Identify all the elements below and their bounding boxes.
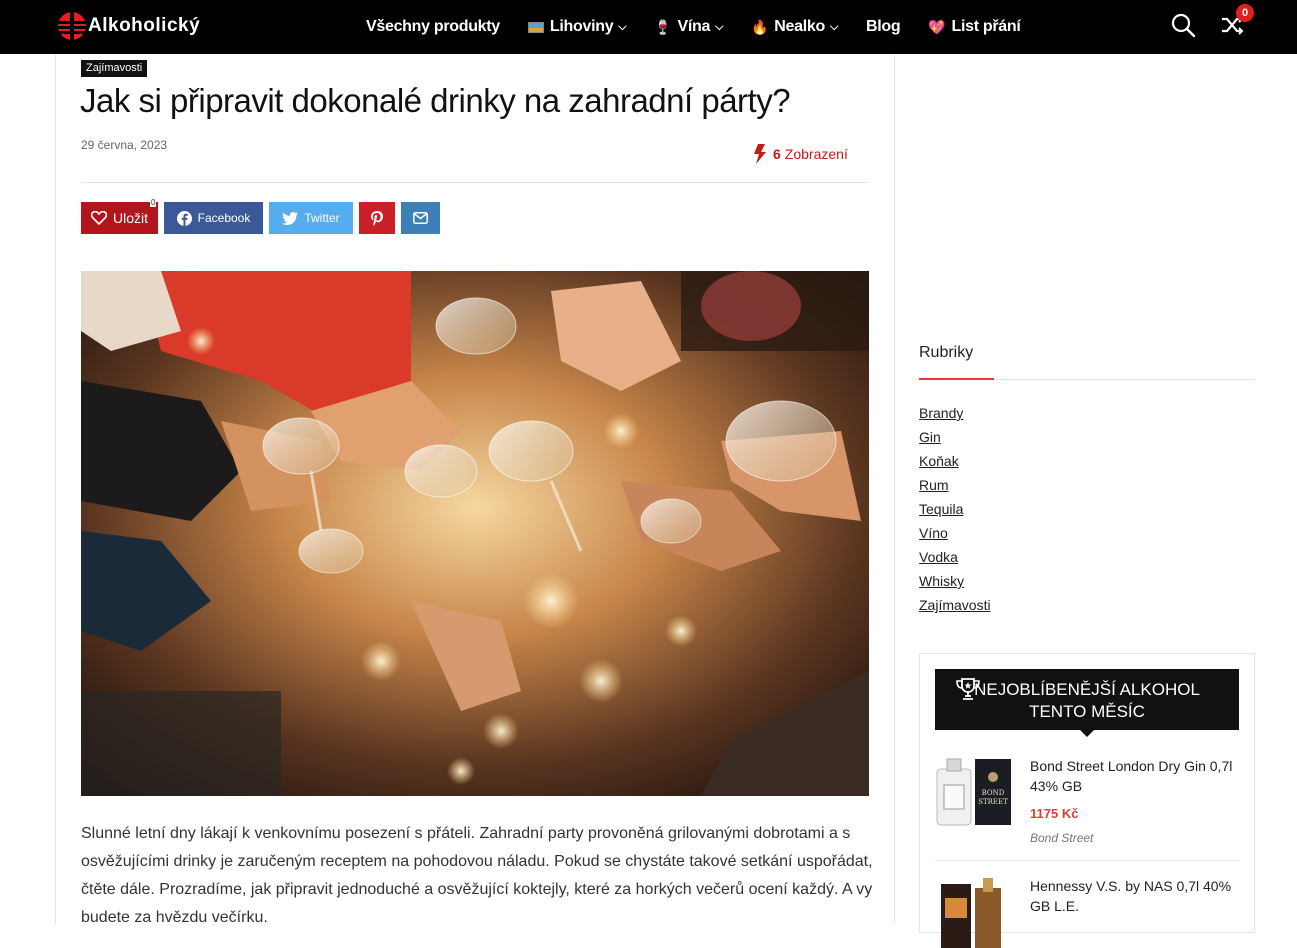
email-share-button[interactable] xyxy=(401,202,440,234)
category-link-gin[interactable]: Gin xyxy=(919,425,991,449)
facebook-icon xyxy=(176,210,192,226)
article-intro: Slunné letní dny lákají k venkovnímu pos… xyxy=(81,825,873,926)
chevron-down-icon: ⌵ xyxy=(829,20,838,33)
nav-all-products-label: Všechny produkty xyxy=(366,18,500,35)
nav-spirits[interactable]: Lihoviny ⌵ xyxy=(527,18,627,36)
search-icon[interactable] xyxy=(1170,12,1196,38)
nav-wishlist[interactable]: 💖 List přání xyxy=(928,18,1020,36)
categories-list: Brandy Gin Koňak Rum Tequila Víno Vodka … xyxy=(919,401,991,617)
view-label: Zobrazení xyxy=(784,146,848,162)
title-underline-accent xyxy=(919,378,994,380)
fire-icon: 🔥 xyxy=(751,18,769,35)
heart-icon: 💖 xyxy=(928,18,946,35)
nav-all-products[interactable]: Všechny produkty xyxy=(366,18,500,36)
compare-count-badge: 0 xyxy=(1236,4,1254,22)
article-date: 29 června, 2023 xyxy=(81,138,168,152)
twitter-share-button[interactable]: Twitter xyxy=(269,202,353,234)
pinterest-share-button[interactable] xyxy=(359,202,395,234)
twitter-label: Twitter xyxy=(304,211,340,225)
site-logo[interactable]: Alkoholický xyxy=(58,12,200,40)
main-menu: Všechny produkty Lihoviny ⌵ 🍷 Vína ⌵ 🔥 N… xyxy=(366,0,1049,54)
landscape-icon xyxy=(527,21,544,33)
product-image-bond-street[interactable]: BOND STREET xyxy=(935,757,1013,827)
category-link-konak[interactable]: Koňak xyxy=(919,449,991,473)
title-pointer xyxy=(1079,729,1095,737)
top-navigation-bar: Alkoholický Všechny produkty Lihoviny ⌵ … xyxy=(0,0,1297,54)
nav-wishlist-label: List přání xyxy=(951,18,1021,35)
nav-nonalcoholic[interactable]: 🔥 Nealko ⌵ xyxy=(751,18,838,36)
heart-outline-icon xyxy=(90,211,107,225)
category-link-vino[interactable]: Víno xyxy=(919,521,991,545)
save-count: 0 xyxy=(150,198,157,207)
category-link-tequila[interactable]: Tequila xyxy=(919,497,991,521)
trophy-icon xyxy=(956,678,980,700)
category-link-vodka[interactable]: Vodka xyxy=(919,545,991,569)
hero-image-toast xyxy=(81,271,869,796)
view-count: 6 xyxy=(773,146,781,162)
lightning-icon xyxy=(754,144,766,164)
nav-spirits-label: Lihoviny xyxy=(549,18,614,35)
category-link-brandy[interactable]: Brandy xyxy=(919,401,991,425)
facebook-label: Facebook xyxy=(197,211,251,225)
popular-products-title: NEJOBLÍBENĚJŠÍ ALKOHOL TENTO MĚSÍC xyxy=(935,669,1239,737)
divider xyxy=(81,182,869,183)
article-title: Jak si připravit dokonalé drinky na zahr… xyxy=(80,82,791,119)
envelope-icon xyxy=(413,212,428,224)
product-brand[interactable]: Bond Street xyxy=(1030,831,1093,845)
product-name[interactable]: Bond Street London Dry Gin 0,7l 43% GB xyxy=(1030,756,1245,796)
wine-glass-icon: 🍷 xyxy=(654,18,672,35)
pinterest-icon xyxy=(371,210,383,226)
facebook-share-button[interactable]: Facebook xyxy=(164,202,263,234)
category-badge[interactable]: Zajímavosti xyxy=(81,60,148,77)
nav-blog-label: Blog xyxy=(865,18,901,35)
view-counter: 6 Zobrazení xyxy=(753,144,848,164)
chevron-down-icon: ⌵ xyxy=(715,20,724,33)
twitter-icon xyxy=(282,211,299,225)
svg-text:STREET: STREET xyxy=(978,798,1008,806)
product-price: 1175 Kč xyxy=(1030,806,1079,821)
category-link-rum[interactable]: Rum xyxy=(919,473,991,497)
divider xyxy=(935,860,1240,861)
product-name[interactable]: Hennessy V.S. by NAS 0,7l 40% GB L.E. xyxy=(1030,876,1245,916)
logo-icon xyxy=(58,12,86,40)
svg-text:BOND: BOND xyxy=(982,789,1005,797)
product-image-hennessy[interactable] xyxy=(935,878,1013,948)
nav-wines-label: Vína xyxy=(677,18,711,35)
logo-text: Alkoholický xyxy=(88,15,201,36)
category-link-zajimavosti[interactable]: Zajímavosti xyxy=(919,593,991,617)
save-label: Uložit xyxy=(112,210,148,226)
category-link-whisky[interactable]: Whisky xyxy=(919,569,991,593)
categories-widget-title: Rubriky xyxy=(919,344,974,361)
chevron-down-icon: ⌵ xyxy=(618,20,627,33)
nav-blog[interactable]: Blog xyxy=(865,18,901,36)
nav-nonalcoholic-label: Nealko xyxy=(774,18,825,35)
popular-title-line2: TENTO MĚSÍC xyxy=(1029,702,1145,721)
nav-wines[interactable]: 🍷 Vína ⌵ xyxy=(654,18,723,36)
save-button[interactable]: Uložit xyxy=(81,202,158,234)
